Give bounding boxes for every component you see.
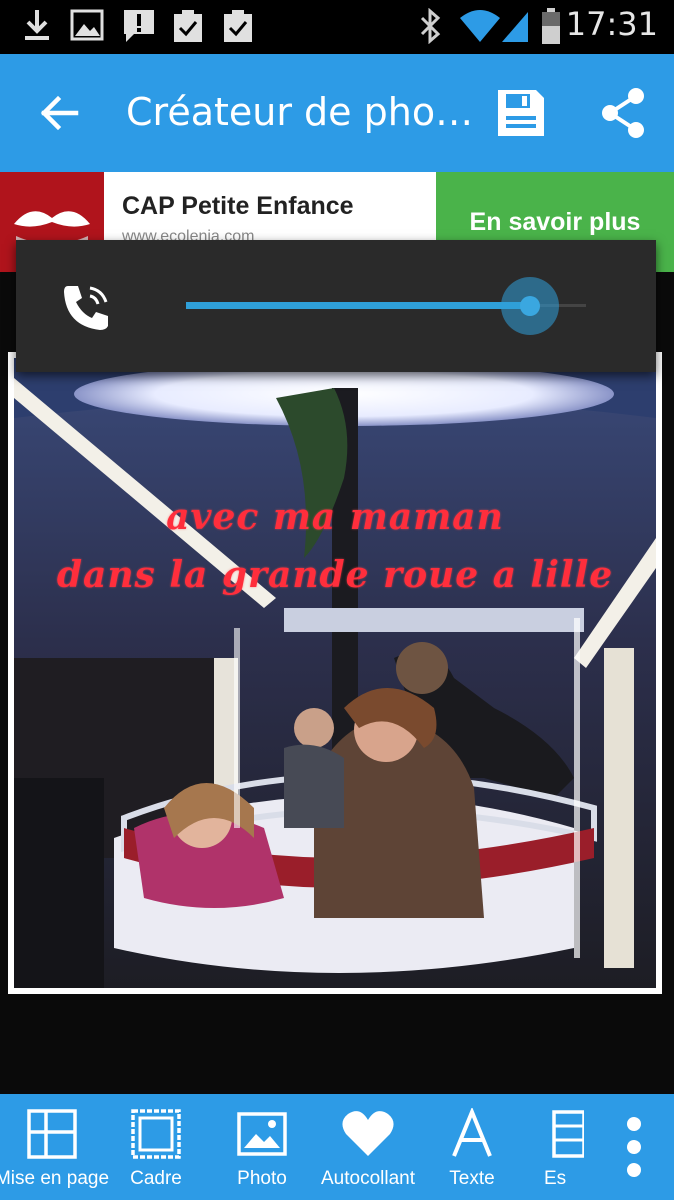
volume-slider-thumb[interactable]: [501, 277, 559, 335]
app-bar: Créateur de pho…: [0, 54, 674, 172]
clipboard-check-icon: [174, 10, 202, 42]
alert-message-icon: [124, 10, 154, 42]
tool-photo[interactable]: Photo: [210, 1094, 314, 1200]
caption-line-1[interactable]: avec ma maman: [14, 496, 656, 538]
status-clock: 17:31: [565, 5, 658, 43]
tool-text-label: Texte: [449, 1168, 495, 1189]
volume-panel: [16, 240, 656, 372]
bluetooth-icon: [420, 8, 441, 44]
layout-grid-icon: [27, 1109, 77, 1159]
layers-icon: [552, 1110, 584, 1158]
frame-icon: [131, 1109, 181, 1159]
back-button[interactable]: [30, 84, 88, 142]
tool-layers[interactable]: Es: [524, 1094, 584, 1200]
ad-title: CAP Petite Enfance: [122, 192, 354, 220]
share-icon: [602, 88, 644, 138]
save-button[interactable]: [492, 84, 550, 142]
signal-icon: [502, 12, 528, 42]
more-vert-icon: [627, 1117, 641, 1177]
clipboard-check-icon: [224, 10, 252, 42]
arrow-back-icon: [40, 95, 79, 131]
tool-text[interactable]: Texte: [420, 1094, 524, 1200]
app-title: Créateur de pho…: [126, 90, 474, 134]
heart-icon: [342, 1111, 394, 1156]
image-icon: [237, 1112, 287, 1156]
volume-slider[interactable]: [186, 277, 586, 335]
status-bar: 17:31: [0, 0, 674, 54]
photo[interactable]: avec ma maman dans la grande roue a lill…: [14, 358, 656, 988]
share-button[interactable]: [594, 84, 652, 142]
caption-line-2[interactable]: dans la grande roue a lille: [14, 554, 656, 596]
battery-icon: [542, 8, 560, 44]
image-icon: [70, 9, 104, 41]
volume-slider-fill: [186, 302, 530, 309]
overflow-menu-button[interactable]: [594, 1094, 674, 1200]
tool-layers-label: Es: [544, 1168, 567, 1189]
save-icon: [498, 90, 544, 136]
download-icon: [25, 10, 49, 40]
phone-in-call-icon: [64, 286, 108, 330]
photo-image: [14, 358, 656, 988]
tool-frame[interactable]: Cadre: [104, 1094, 208, 1200]
text-icon: [452, 1108, 492, 1157]
bottom-toolbar: Mise en page Cadre Photo Autocollant Tex…: [0, 1094, 674, 1200]
wifi-icon: [460, 10, 500, 42]
volume-slider-thumb-core: [520, 296, 540, 316]
photo-frame[interactable]: avec ma maman dans la grande roue a lill…: [8, 352, 662, 994]
tool-sticker[interactable]: Autocollant: [316, 1094, 420, 1200]
tool-layout[interactable]: Mise en page: [0, 1094, 109, 1200]
photo-canvas: avec ma maman dans la grande roue a lill…: [0, 272, 674, 1094]
